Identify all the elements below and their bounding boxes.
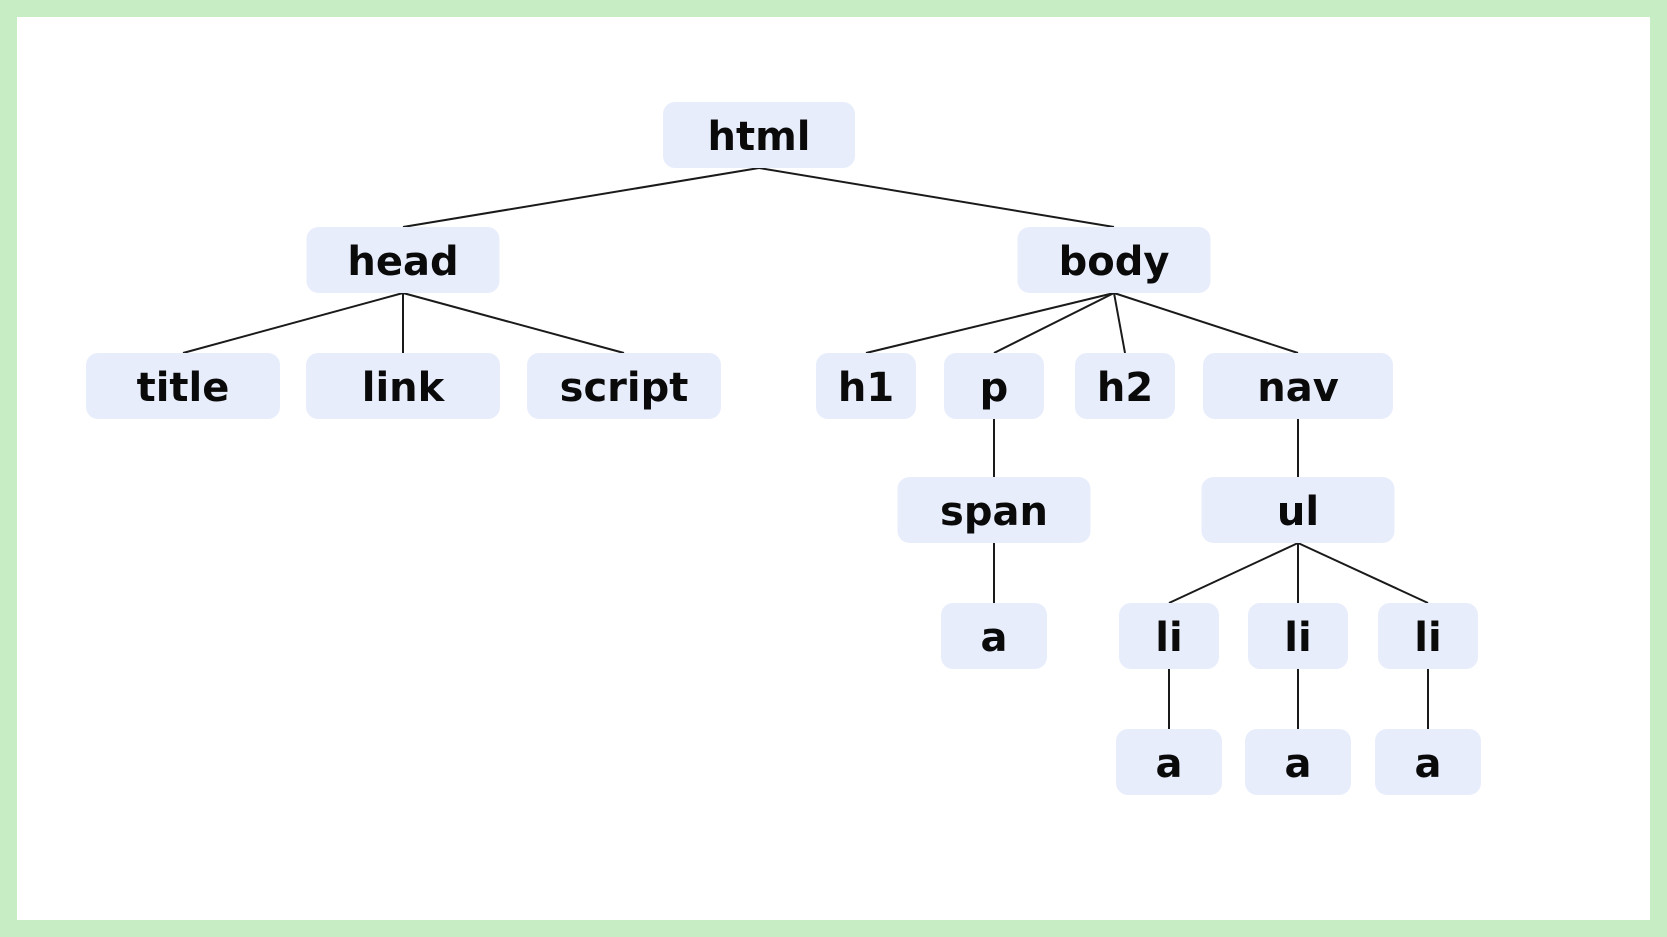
tree-node-label-link: link [362, 365, 446, 411]
tree-edge-body-to-h1 [865, 292, 1115, 354]
tree-node-label-span: span [940, 489, 1048, 535]
tree-node-title[interactable]: title [86, 353, 280, 419]
tree-node-link[interactable]: link [306, 353, 500, 419]
tree-node-script[interactable]: script [527, 353, 721, 419]
tree-node-label-title: title [137, 365, 230, 411]
tree-node-head[interactable]: head [306, 227, 500, 293]
tree-node-label-head: head [347, 239, 458, 285]
tree-node-label-li3: li [1414, 615, 1441, 661]
tree-edge-head-to-script [402, 292, 625, 354]
tree-node-html[interactable]: html [663, 102, 855, 168]
tree-node-label-li2: li [1284, 615, 1311, 661]
tree-edge-head-to-title [182, 292, 404, 354]
tree-node-label-body: body [1059, 239, 1170, 285]
tree-node-a3[interactable]: a [1245, 729, 1351, 795]
tree-node-label-a4: a [1415, 741, 1442, 787]
tree-node-a1[interactable]: a [941, 603, 1047, 669]
tree-node-h2[interactable]: h2 [1075, 353, 1175, 419]
tree-node-p[interactable]: p [944, 353, 1044, 419]
tree-node-label-p: p [980, 365, 1009, 411]
tree-edge-body-to-nav [1113, 292, 1299, 354]
tree-nodes: html head body title link script h1 p h2 nav span u… [86, 102, 1481, 795]
tree-node-label-ul: ul [1277, 489, 1319, 535]
tree-node-li1[interactable]: li [1119, 603, 1219, 669]
diagram-page: html head body title link script h1 p h2 nav span u… [0, 0, 1667, 937]
tree-edge-body-to-h2 [1113, 292, 1126, 354]
tree-edge-html-to-body [758, 167, 1115, 228]
tree-node-nav[interactable]: nav [1203, 353, 1393, 419]
tree-edge-ul-to-li3 [1297, 542, 1429, 604]
diagram-canvas: html head body title link script h1 p h2 nav span u… [17, 17, 1650, 920]
tree-node-li2[interactable]: li [1248, 603, 1348, 669]
tree-node-label-script: script [560, 365, 689, 411]
tree-node-label-li1: li [1155, 615, 1182, 661]
tree-node-label-a1: a [981, 615, 1008, 661]
tree-node-label-h2: h2 [1097, 365, 1153, 411]
tree-edge-ul-to-li1 [1168, 542, 1299, 604]
tree-node-li3[interactable]: li [1378, 603, 1478, 669]
tree-node-label-nav: nav [1257, 365, 1339, 411]
tree-node-span[interactable]: span [897, 477, 1091, 543]
tree-node-body[interactable]: body [1017, 227, 1211, 293]
tree-node-label-a2: a [1156, 741, 1183, 787]
tree-node-ul[interactable]: ul [1201, 477, 1395, 543]
tree-node-label-html: html [708, 114, 811, 160]
tree-edge-html-to-head [402, 167, 760, 228]
tree-node-label-a3: a [1285, 741, 1312, 787]
tree-node-label-h1: h1 [838, 365, 894, 411]
tree-node-a2[interactable]: a [1116, 729, 1222, 795]
tree-edge-body-to-p [993, 292, 1115, 354]
dom-tree-svg: html head body title link script h1 p h2 nav span u… [86, 102, 1481, 795]
tree-node-a4[interactable]: a [1375, 729, 1481, 795]
tree-node-h1[interactable]: h1 [816, 353, 916, 419]
